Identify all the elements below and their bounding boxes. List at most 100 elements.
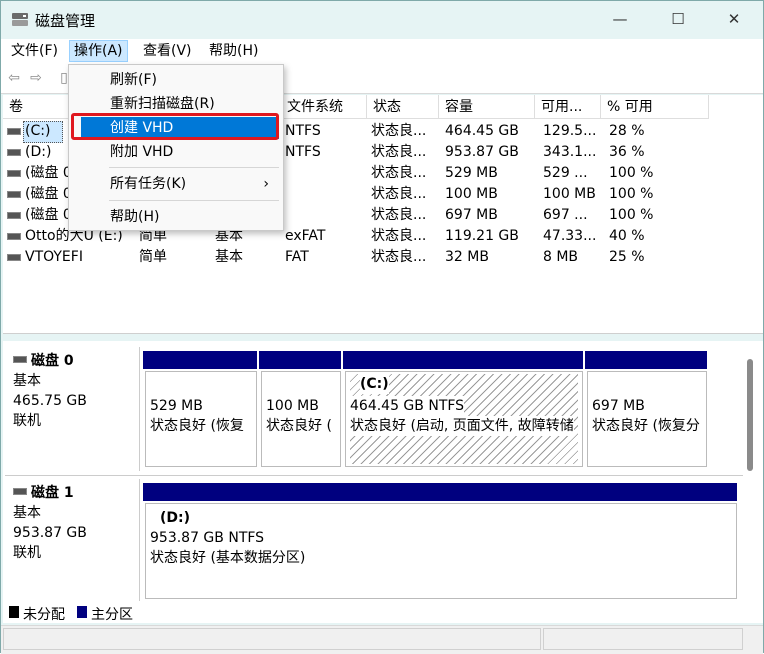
disk-0-size: 465.75 GB (13, 393, 87, 409)
menu-item-all-tasks[interactable]: 所有任务(K) › (69, 173, 283, 195)
cell-capacity: 953.87 GB (445, 144, 519, 160)
disk-1-name: 磁盘 1 (31, 485, 74, 501)
back-arrow-icon[interactable]: ⇦ (5, 70, 23, 86)
menu-action[interactable]: 操作(A) (69, 40, 128, 62)
cell-type: 基本 (215, 249, 243, 265)
disk-1-label[interactable]: 磁盘 1 基本 953.87 GB 联机 (5, 479, 140, 601)
disk-1-size: 953.87 GB (13, 525, 87, 541)
partition-bar (143, 483, 737, 501)
cell-status: 状态良... (371, 165, 427, 181)
cell-status: 状态良... (371, 123, 427, 139)
legend-primary: 主分区 (91, 607, 133, 623)
disk-1-state: 联机 (13, 545, 41, 561)
title-bar[interactable]: 磁盘管理 — ☐ ✕ (1, 1, 763, 37)
disk-management-window: 磁盘管理 — ☐ ✕ 文件(F) 操作(A) 查看(V) 帮助(H) ⇦ ⇨ ▯… (0, 0, 764, 654)
cell-capacity: 529 MB (445, 165, 498, 181)
cell-fs (285, 163, 365, 184)
table-row[interactable]: VTOYEFI 简单 基本 FAT 状态良... 32 MB 8 MB 25 % (3, 247, 763, 268)
menu-bar: 文件(F) 操作(A) 查看(V) 帮助(H) (1, 39, 763, 63)
partition-size: 697 MB (592, 398, 645, 414)
menu-item-refresh[interactable]: 刷新(F) (69, 69, 283, 91)
partition-d[interactable]: (D:) 953.87 GB NTFS 状态良好 (基本数据分区) (145, 503, 737, 599)
highlight-annotation-box (71, 113, 279, 140)
close-button[interactable]: ✕ (705, 1, 763, 37)
cell-pct: 36 % (609, 144, 645, 160)
window-title: 磁盘管理 (35, 12, 96, 30)
menu-item-help[interactable]: 帮助(H) (69, 206, 283, 228)
menu-separator (109, 167, 279, 168)
disk-icon (13, 488, 27, 495)
cell-free: 100 MB (543, 186, 596, 202)
cell-status: 状态良... (371, 249, 427, 265)
cell-capacity: 697 MB (445, 207, 498, 223)
partition-efi-100[interactable]: 100 MB 状态良好 ( (261, 371, 341, 467)
cell-pct: 25 % (609, 249, 645, 265)
column-header-percent-free[interactable]: % 可用 (601, 95, 709, 119)
partition-c[interactable]: (C:) 464.45 GB NTFS 状态良好 (启动, 页面文件, 故障转储 (345, 371, 583, 467)
disk-0-state: 联机 (13, 413, 41, 429)
partition-size: 953.87 GB NTFS (150, 530, 265, 546)
partition-status: 状态良好 (启动, 页面文件, 故障转储 (350, 416, 574, 436)
volume-icon (7, 254, 21, 261)
partition-bar (143, 351, 257, 369)
column-header-capacity[interactable]: 容量 (439, 95, 535, 119)
cell-status: 状态良... (371, 207, 427, 223)
volume-icon (7, 128, 21, 135)
cell-free: 8 MB (543, 249, 579, 265)
disk-icon (13, 356, 27, 363)
menu-item-rescan-disks[interactable]: 重新扫描磁盘(R) (69, 93, 283, 115)
cell-name: VTOYEFI (25, 249, 83, 265)
cell-status: 状态良... (371, 186, 427, 202)
cell-pct: 100 % (609, 207, 654, 223)
menu-file[interactable]: 文件(F) (7, 41, 62, 61)
legend-unallocated: 未分配 (23, 607, 65, 623)
menu-help[interactable]: 帮助(H) (205, 41, 262, 61)
scrollbar-thumb[interactable] (747, 359, 753, 471)
partition-bar (343, 351, 583, 369)
cell-capacity: 100 MB (445, 186, 498, 202)
cell-pct: 100 % (609, 186, 654, 202)
legend-swatch-primary (77, 606, 87, 618)
cell-pct: 100 % (609, 165, 654, 181)
menu-item-attach-vhd[interactable]: 附加 VHD (69, 141, 283, 163)
column-header-filesystem[interactable]: 文件系统 (281, 95, 367, 119)
disk-0-label[interactable]: 磁盘 0 基本 465.75 GB 联机 (5, 347, 140, 471)
partition-size: 529 MB (150, 398, 203, 414)
partition-size: 464.45 GB NTFS (350, 396, 465, 416)
disk-graphical-view: 磁盘 0 基本 465.75 GB 联机 529 MB 状态良好 (恢复 100… (3, 341, 763, 603)
cell-status: 状态良... (371, 144, 427, 160)
forward-arrow-icon[interactable]: ⇨ (27, 70, 45, 86)
volume-icon (7, 149, 21, 156)
volume-icon (7, 170, 21, 177)
cell-free: 47.33... (543, 228, 597, 244)
cell-capacity: 32 MB (445, 249, 489, 265)
divider (5, 475, 743, 476)
cell-fs: exFAT (285, 228, 326, 244)
partition-bar (259, 351, 341, 369)
disk-1-kind: 基本 (13, 505, 41, 521)
minimize-button[interactable]: — (591, 1, 649, 37)
menu-item-all-tasks-label: 所有任务(K) (110, 176, 187, 192)
cell-fs (285, 184, 365, 205)
column-header-status[interactable]: 状态 (367, 95, 439, 119)
cell-status: 状态良... (371, 228, 427, 244)
menu-view[interactable]: 查看(V) (139, 41, 196, 61)
column-header-free[interactable]: 可用... (535, 95, 601, 119)
partition-title: (C:) (360, 374, 389, 394)
disk-management-app-icon (12, 13, 28, 26)
maximize-button[interactable]: ☐ (649, 1, 707, 37)
disk-0-kind: 基本 (13, 373, 41, 389)
partition-status: 状态良好 (恢复分 (592, 418, 700, 434)
cell-free: 129.5... (543, 123, 597, 139)
partition-recovery-529[interactable]: 529 MB 状态良好 (恢复 (145, 371, 257, 467)
partition-status: 状态良好 (基本数据分区) (150, 550, 306, 566)
partition-recovery-697[interactable]: 697 MB 状态良好 (恢复分 (587, 371, 707, 467)
cell-pct: 28 % (609, 123, 645, 139)
menu-separator (109, 200, 279, 201)
cell-fs (285, 205, 365, 226)
partition-title: (D:) (160, 510, 191, 526)
status-bar (1, 625, 763, 654)
cell-fs: FAT (285, 249, 309, 265)
partition-status: 状态良好 ( (266, 418, 332, 434)
cell-pct: 40 % (609, 228, 645, 244)
